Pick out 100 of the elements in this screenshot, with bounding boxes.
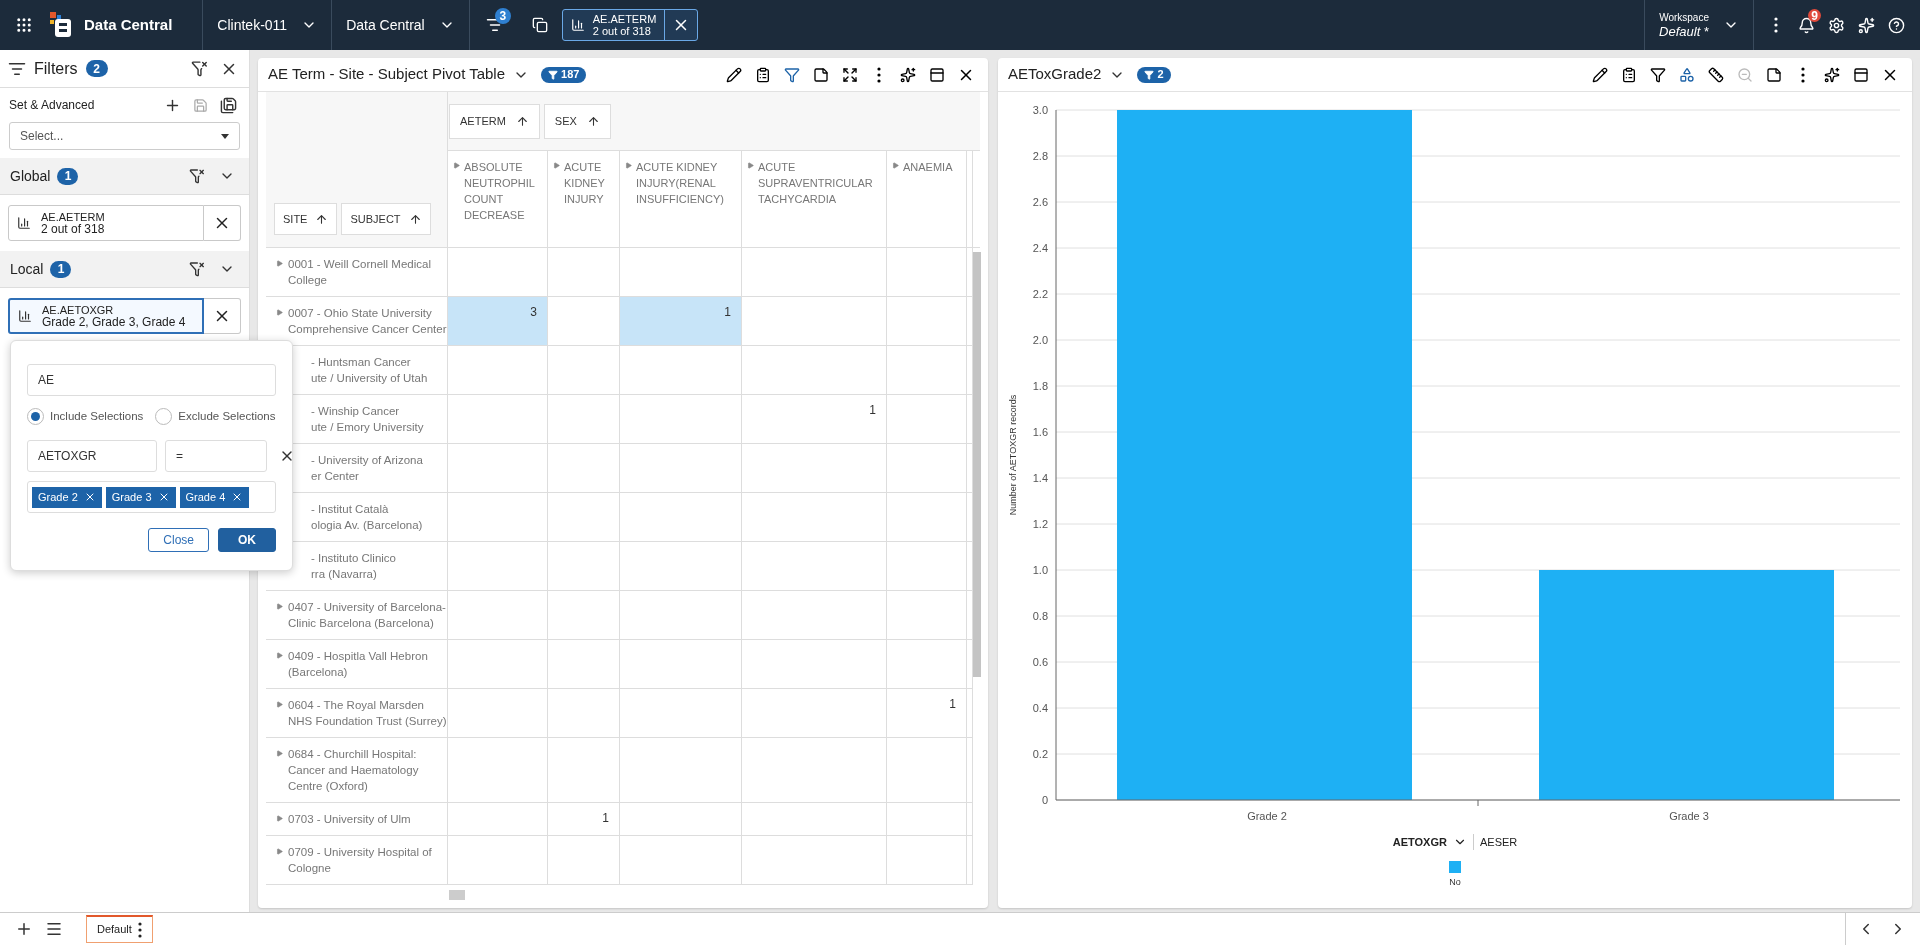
help-icon — [1887, 16, 1905, 34]
vertical-scrollbar[interactable] — [973, 252, 981, 677]
value-tag[interactable]: Grade 4 — [179, 486, 250, 508]
field-input[interactable]: AETOXGR — [27, 440, 157, 473]
axis-category-label: Grade 3 — [1669, 810, 1709, 822]
dialog-button[interactable]: OK — [218, 528, 276, 553]
remove-filter-button[interactable] — [204, 298, 241, 334]
table-cell: 1 — [620, 297, 742, 345]
section-title: Global — [10, 166, 51, 186]
sort-field-button[interactable]: AETERM — [449, 103, 540, 139]
copy-icon — [531, 17, 548, 33]
chip-field: AE.AETERM — [41, 211, 105, 223]
panel-icon — [1853, 66, 1869, 83]
kebab-menu-icon — [1774, 17, 1778, 33]
column-header[interactable]: ANAEMIA — [887, 151, 967, 247]
panel-title: AEToxGrade2 — [1008, 64, 1102, 85]
dialog-button[interactable]: Close — [148, 528, 209, 553]
panel-title: Filters — [34, 58, 78, 79]
caret-icon — [276, 815, 283, 822]
value-tag[interactable]: Grade 3 — [105, 486, 176, 508]
caret-icon — [276, 652, 283, 659]
set-select[interactable]: Select... — [9, 122, 240, 150]
filter-chip[interactable]: AE.AETERM 2 out of 318 — [561, 9, 699, 41]
axis-field-selector[interactable]: AESER — [1479, 834, 1518, 851]
row-header[interactable]: 0604 - The Royal Marsden NHS Foundation Trust (Surrey) — [266, 689, 448, 737]
arrow-up-icon — [315, 212, 329, 226]
note-icon — [1766, 66, 1782, 83]
filter-count-badge: 2 — [1137, 66, 1171, 83]
caret-icon — [453, 162, 460, 169]
zoom-out-icon — [1737, 66, 1753, 83]
column-header[interactable]: ABSOLUTE NEUTROPHIL COUNT DECREASE — [448, 151, 548, 247]
axis-tick-label: 1.0 — [1032, 564, 1048, 576]
menu-icon — [45, 920, 63, 938]
axis-tick-label: 0.6 — [1032, 656, 1048, 668]
kebab-menu-icon — [137, 921, 142, 938]
module-dropdown[interactable]: Data Central — [332, 0, 469, 50]
clipboard-icon — [755, 66, 771, 83]
column-header[interactable]: ACUTE KIDNEY INJURY — [548, 151, 620, 247]
clear-filters-icon — [189, 168, 205, 184]
expand-icon — [842, 66, 858, 83]
sort-field-button[interactable]: SEX — [543, 103, 611, 139]
section-header[interactable]: Local 1 — [0, 251, 249, 288]
filter-chart-icon — [1650, 66, 1666, 83]
filter-list-button[interactable]: 3 — [477, 8, 512, 42]
count-badge: 1 — [50, 260, 72, 278]
filter-icon — [548, 69, 559, 80]
filter-chip[interactable]: AE.AETERM 2 out of 318 — [8, 205, 204, 241]
search-field[interactable]: AE — [27, 364, 276, 396]
chip-summary: 2 out of 318 — [41, 223, 105, 235]
axis-category-label: Grade 2 — [1247, 810, 1287, 822]
column-header[interactable]: ACUTE KIDNEY INJURY(RENAL INSUFFICIENCY) — [620, 151, 742, 247]
horizontal-scrollbar[interactable] — [449, 890, 465, 900]
section-label: Set & Advanced — [9, 97, 95, 114]
filter-count-badge: 3 — [494, 8, 511, 24]
caret-icon — [276, 309, 283, 316]
tags-field[interactable]: Grade 2 Grade 3 Grade 4 — [27, 481, 276, 514]
row-header[interactable]: 0409 - Hospitla Vall Hebron (Barcelona) — [266, 640, 448, 688]
caret-icon — [553, 162, 560, 169]
axis-field-selector[interactable]: AETOXGR — [1392, 834, 1467, 851]
axis-tick-label: 1.6 — [1032, 426, 1048, 438]
workspace-dropdown[interactable]: Workspace Default * — [1645, 0, 1753, 50]
chart-icon — [18, 309, 32, 323]
project-dropdown[interactable]: Clintek-011 — [203, 0, 332, 50]
filter-chip[interactable]: AE.AETOXGR Grade 2, Grade 3, Grade 4 — [8, 298, 204, 334]
table-cell: 1 — [742, 395, 887, 443]
row-header[interactable]: 0407 - University of Barcelona- Clinic Barcelona (Barcelona) — [266, 591, 448, 639]
row-header[interactable]: 0709 - University Hospital of Cologne — [266, 836, 448, 884]
row-header[interactable]: 0684 - Churchill Hospital: Cancer and Haematology Centre (Oxford) — [266, 738, 448, 802]
section-title: Local — [10, 259, 44, 279]
remove-filter-button[interactable] — [204, 205, 241, 241]
value-tag[interactable]: Grade 2 — [32, 486, 102, 508]
operator-input[interactable]: = — [165, 440, 267, 473]
axis-tick-label: 2.0 — [1032, 334, 1048, 346]
arrow-up-icon — [586, 114, 600, 128]
table-cell: 1 — [548, 803, 620, 835]
sort-field-button[interactable]: SITE — [274, 203, 338, 235]
clipboard-icon — [1621, 66, 1637, 83]
table-cell: 1 — [887, 689, 967, 737]
clear-filters-icon — [190, 60, 208, 77]
chip-field: AE.AETERM — [592, 13, 657, 25]
filter-count-badge: 187 — [541, 66, 587, 83]
row-header[interactable]: 0703 - University of Ulm — [266, 803, 448, 835]
sort-field-button[interactable]: SUBJECT — [341, 203, 431, 235]
axis-tick-label: 1.4 — [1032, 472, 1048, 484]
filter-icon — [1144, 69, 1155, 80]
filter-chart-icon — [784, 66, 800, 83]
dropdown-caret-icon — [221, 133, 229, 139]
column-header[interactable]: ACUTE SUPRAVENTRICULAR TACHYCARDIA — [742, 151, 887, 247]
chip-summary: Grade 2, Grade 3, Grade 4 — [42, 316, 186, 328]
row-header[interactable]: 0001 - Weill Cornell Medical College — [266, 248, 448, 296]
caret-icon — [276, 848, 283, 855]
workspace-tab[interactable]: Default — [86, 915, 153, 943]
sparkle-icon — [1824, 66, 1840, 83]
radio-option[interactable]: Include Selections — [27, 408, 144, 426]
axis-tick-label: 2.4 — [1032, 242, 1048, 254]
sparkle-icon — [1857, 16, 1875, 34]
axis-tick-label: 0 — [1041, 794, 1048, 806]
shapes-icon — [1679, 66, 1695, 83]
section-header[interactable]: Global 1 — [0, 158, 249, 195]
settings-icon — [1827, 16, 1845, 34]
